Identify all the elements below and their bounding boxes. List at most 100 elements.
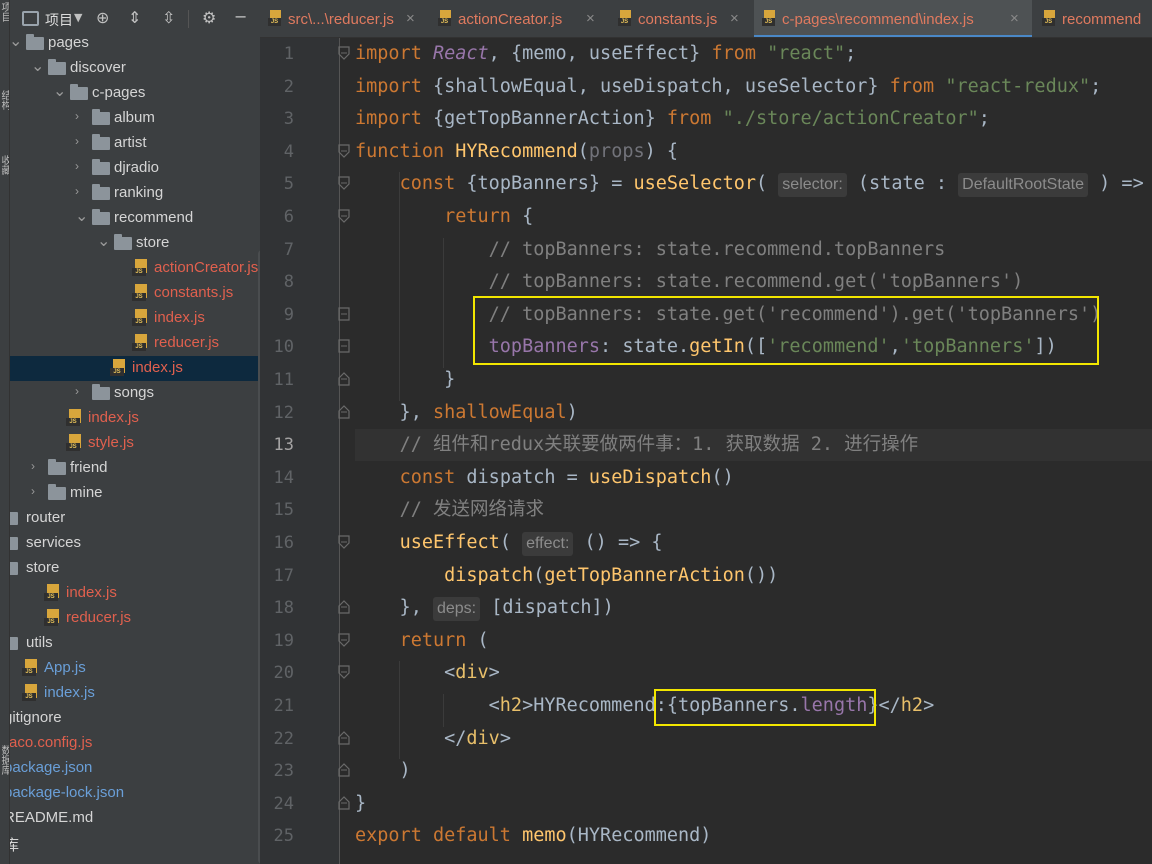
code-area[interactable]: import React, {memo, useEffect} from "re… [355,38,1152,864]
close-icon[interactable]: × [406,10,415,27]
tree-folder-item[interactable]: store [10,556,260,581]
tree-file-item[interactable]: JS index.js [10,581,260,606]
strip-database-label[interactable]: 数据库 [0,745,9,775]
tree-file-item[interactable]: JS App.js [10,656,260,681]
project-view-icon[interactable] [22,11,39,26]
tree-file-item[interactable]: JS index.js [10,306,260,331]
tree-item-label: index.js [44,684,95,701]
tree-folder-item[interactable]: › ranking [10,181,260,206]
strip-favorites-label[interactable]: 收藏 [0,155,9,175]
tree-file-item[interactable]: gitignore [10,706,260,731]
fold-marker-icon[interactable] [338,730,350,745]
tree-file-item[interactable]: JS constants.js [10,281,260,306]
tree-item-label: actionCreator.js [154,259,259,276]
fold-marker-icon[interactable] [338,633,350,647]
tree-file-item[interactable]: JS index.js [10,406,260,431]
tree-folder-item[interactable]: services [10,531,260,556]
minimize-icon[interactable]: − [234,7,247,26]
tree-file-item[interactable]: raco.config.js [10,731,260,756]
chevron-down-icon[interactable]: ⌄ [31,56,44,76]
fold-marker-icon[interactable] [338,665,350,680]
tree-folder-item[interactable]: › album [10,106,260,131]
chevron-right-icon[interactable]: › [75,184,87,198]
tree-file-item[interactable]: README.md [10,806,260,831]
strip-structure-label[interactable]: 结构 [0,90,9,110]
tree-item-label: store [136,234,170,251]
chevron-down-icon[interactable]: ⌄ [53,81,66,101]
tree-item-label: reducer.js [66,609,132,626]
tree-file-item[interactable]: JS reducer.js [10,331,260,356]
tree-folder-item[interactable]: utils [10,631,260,656]
tree-file-item[interactable]: JS reducer.js [10,606,260,631]
editor-tab[interactable]: JS constants.js × [610,0,752,37]
strip-project-label[interactable]: 项目 [0,2,9,22]
fold-marker-icon[interactable] [338,339,350,353]
tree-folder-item[interactable]: › songs [10,381,260,406]
fold-marker-icon[interactable] [338,209,350,223]
tree-item-label: package.json [10,759,93,776]
code-line: return ( [399,629,489,651]
code-line: }, deps: [dispatch]) [355,592,614,624]
tree-file-item[interactable]: JS actionCreator.js [10,256,260,281]
js-file-icon: JS [66,409,84,427]
editor-tab[interactable]: JS c-pages\recommend\index.js × [754,0,1032,37]
tree-folder-item[interactable]: ⌄ discover [10,56,260,81]
expand-all-icon[interactable]: ⇕ [128,8,141,27]
tree-folder-item[interactable]: › djradio [10,156,260,181]
tree-folder-item[interactable]: ⌄ pages [10,31,260,56]
close-icon[interactable]: × [1010,10,1019,27]
tree-folder-item[interactable]: ⌄ store [10,231,260,256]
tree-folder-item[interactable]: ⌄ c-pages [10,81,260,106]
editor-tab[interactable]: JS actionCreator.js × [430,0,608,37]
chevron-down-icon[interactable]: ▼ [74,11,82,24]
collapse-all-icon[interactable]: ⇳ [162,8,175,27]
code-line: const dispatch = useDispatch() [399,466,734,488]
line-number: 22 [273,728,294,749]
chevron-down-icon[interactable]: ⌄ [97,231,110,251]
tree-folder-item[interactable]: › mine [10,481,260,506]
fold-marker-icon[interactable] [338,46,350,60]
tree-file-item[interactable]: JS index.js [10,356,260,381]
tree-folder-item[interactable]: › artist [10,131,260,156]
chevron-right-icon[interactable]: › [31,484,43,498]
fold-marker-icon[interactable] [338,404,350,419]
chevron-right-icon[interactable]: › [75,384,87,398]
tree-file-item[interactable]: package.json [10,756,260,781]
project-panel-title[interactable]: 项目 [45,10,73,30]
editor-tab[interactable]: JS recommend [1034,0,1152,37]
chevron-right-icon[interactable]: › [75,109,87,123]
chevron-right-icon[interactable]: › [75,134,87,148]
fold-marker-icon[interactable] [338,535,350,549]
folder-icon [92,159,110,175]
tree-item-label: c-pages [92,84,146,101]
tree-folder-item[interactable]: router [10,506,260,531]
fold-marker-icon[interactable] [338,372,350,386]
js-file-icon: JS [132,259,150,277]
chevron-right-icon[interactable]: › [75,159,87,173]
close-icon[interactable]: × [730,10,739,27]
fold-marker-icon[interactable] [338,144,350,158]
chevron-right-icon[interactable]: › [31,459,43,473]
tree-file-item[interactable]: 库 [10,831,260,856]
close-icon[interactable]: × [586,10,595,27]
line-number: 25 [273,826,294,847]
crosshair-icon[interactable]: ⊕ [96,8,109,27]
tree-file-item[interactable]: JS index.js [10,681,260,706]
tree-folder-item[interactable]: ⌄ recommend [10,206,260,231]
fold-marker-icon[interactable] [338,763,350,777]
tree-folder-item[interactable]: › friend [10,456,260,481]
fold-marker-icon[interactable] [338,600,350,614]
gear-icon[interactable]: ⚙ [202,8,216,27]
fold-marker-icon[interactable] [338,307,350,321]
line-number: 7 [283,239,294,260]
fold-marker-icon[interactable] [338,176,350,191]
tree-item-label: album [114,109,155,126]
tree-file-item[interactable]: JS style.js [10,431,260,456]
code-line: import {getTopBannerAction} from "./stor… [355,108,990,130]
js-file-icon: JS [110,359,128,377]
chevron-down-icon[interactable]: ⌄ [75,206,88,226]
fold-marker-icon[interactable] [338,795,350,810]
tree-file-item[interactable]: package-lock.json [10,781,260,806]
editor-tab[interactable]: JS src\...\reducer.js × [260,0,428,37]
chevron-down-icon[interactable]: ⌄ [10,31,22,51]
